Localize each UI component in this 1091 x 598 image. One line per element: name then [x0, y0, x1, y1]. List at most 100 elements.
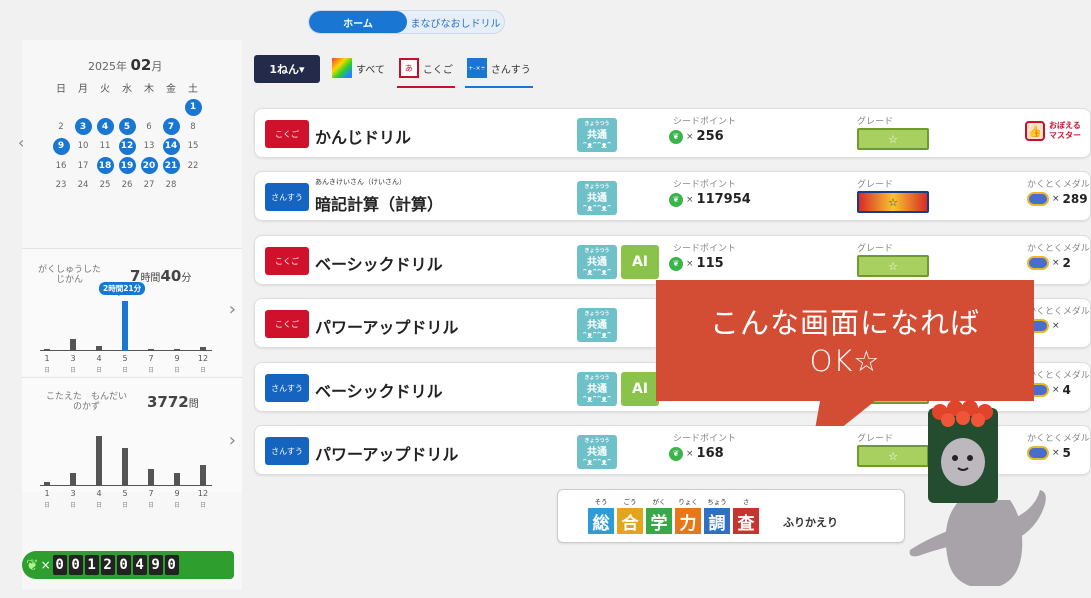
calendar-day[interactable]: 19 — [116, 157, 138, 175]
seed-digit: 0 — [68, 555, 83, 575]
calendar-day[interactable]: 5 — [116, 118, 138, 136]
master-text: おぼえる マスター — [1049, 121, 1081, 141]
chart-bar[interactable] — [122, 301, 128, 351]
next-arrow-icon[interactable]: › — [229, 299, 236, 320]
drill-row[interactable]: こくご かんじドリル きょうつう 共通 ᵔᴥᵔᵔᴥᵔ シードポイント ❦ × 256 グレード ☆ 👍… — [254, 108, 1091, 158]
calendar-year: 2025 — [88, 60, 116, 73]
calendar-day[interactable]: 24 — [72, 177, 94, 194]
calendar-day[interactable]: 11 — [94, 138, 116, 155]
next-arrow-icon[interactable]: › — [229, 430, 236, 451]
tab-all[interactable]: すべて — [330, 50, 387, 88]
times-sign: × — [686, 194, 694, 205]
drill-row[interactable]: こくご ベーシックドリル きょうつう 共通 ᵔᴥᵔᵔᴥᵔ AI シードポイント ❦ × 115 グレ… — [254, 235, 1091, 285]
calendar-day[interactable]: 22 — [182, 157, 204, 174]
calendar-day[interactable]: 12 — [116, 137, 138, 155]
seed-point-label: シードポイント — [673, 180, 737, 190]
review-title-char: 総 — [588, 508, 614, 534]
common-badge-text: 共通 — [587, 383, 607, 395]
calendar-day[interactable]: 26 — [116, 177, 138, 194]
calendar-day-number: 4 — [96, 118, 114, 136]
chart-tick-label: 12 — [197, 489, 209, 498]
chart-tick-label: 3 — [70, 354, 76, 363]
chart-bar — [200, 347, 206, 351]
calendar-day[interactable]: 8 — [182, 118, 204, 135]
common-badge-text: 共通 — [587, 256, 607, 268]
calendar-day[interactable]: 15 — [182, 138, 204, 155]
color-squares-icon — [332, 58, 352, 78]
calendar-day[interactable]: 10 — [72, 138, 94, 155]
calendar-day[interactable]: 20 — [138, 157, 160, 175]
calendar-day[interactable]: 16 — [50, 157, 72, 174]
master-badge: 👍 おぼえる マスター — [1025, 121, 1081, 141]
drill-row[interactable]: さんすう あんきけいさん（けいさん） 暗記計算（計算） きょうつう 共通 ᵔᴥᵔᵔᴥᵔ シー… — [254, 171, 1091, 221]
calendar-day[interactable]: 28 — [160, 177, 182, 194]
chart-bar — [122, 448, 128, 486]
calendar-week: 16 17 18 19 20 21 22 — [50, 156, 204, 176]
tab-sansu[interactable]: +-×÷ さんすう — [464, 50, 533, 88]
calendar-day[interactable]: 4 — [94, 118, 116, 136]
study-minutes: 40 — [160, 267, 182, 285]
tab-kokugo[interactable]: あ こくご — [396, 50, 455, 88]
calendar-day — [72, 99, 94, 116]
common-badge-text: 共通 — [587, 129, 607, 141]
calendar-day[interactable]: 18 — [94, 157, 116, 175]
grade-label: グレード — [857, 244, 894, 254]
chart-bar — [96, 436, 102, 486]
chart-bar — [174, 349, 180, 351]
subject-badge: こくご — [265, 310, 309, 338]
medal-count: 289 — [1062, 192, 1088, 206]
answered-value: 3772問 — [147, 393, 199, 411]
calendar-day[interactable]: 23 — [50, 177, 72, 194]
seed-digit: 0 — [52, 555, 67, 575]
calendar-day[interactable]: 27 — [138, 177, 160, 194]
chart-tick-unit: 日 — [121, 502, 128, 509]
chart-tick-unit: 日 — [121, 367, 128, 374]
calendar-day — [94, 99, 116, 116]
calendar-day[interactable]: 17 — [72, 157, 94, 174]
calendar-day[interactable]: 7 — [160, 118, 182, 136]
calendar-day[interactable]: 13 — [138, 138, 160, 155]
calendar-day[interactable]: 2 — [50, 118, 72, 135]
calendar-day[interactable]: 9 — [50, 137, 72, 155]
calendar-day[interactable]: 21 — [160, 157, 182, 175]
seed-count: 168 — [696, 446, 724, 461]
review-drill-tab[interactable]: まなびなおしドリル — [407, 11, 504, 33]
chart-tick-label: 1 — [44, 489, 50, 498]
student-faces-icon: ᵔᴥᵔᵔᴥᵔ — [582, 267, 612, 278]
calendar-day[interactable]: 3 — [72, 118, 94, 136]
calendar-day[interactable]: 14 — [160, 137, 182, 155]
seed-point-value: ❦ × 117954 — [669, 192, 751, 207]
calendar-day[interactable]: 1 — [182, 98, 204, 116]
prev-month-arrow-icon[interactable]: ‹ — [18, 133, 24, 152]
common-badge: きょうつう 共通 ᵔᴥᵔᵔᴥᵔ — [577, 245, 617, 279]
callout-line1: こんな画面になれば — [709, 306, 980, 340]
drill-name: かんじドリル — [315, 128, 412, 147]
calendar-day-number: 1 — [184, 98, 202, 116]
medal-label: かくとくメダル — [1027, 180, 1090, 190]
calendar-day[interactable]: 6 — [138, 118, 160, 135]
calendar-week: 2345678 — [50, 117, 204, 137]
times-sign: × — [1052, 321, 1060, 331]
chart-tick-label: 7 — [148, 354, 154, 363]
seed-count: 117954 — [696, 192, 751, 207]
chart-tick-unit: 日 — [95, 367, 102, 374]
common-badge: きょうつう 共通 ᵔᴥᵔᵔᴥᵔ — [577, 372, 617, 406]
tab-all-label: すべて — [356, 64, 385, 76]
calendar-day-number: 5 — [118, 118, 136, 136]
ai-badge: AI — [621, 245, 659, 279]
review-button[interactable]: そう ごう がく りょく ちょう さ 総合学力調査 ふりかえり — [557, 489, 905, 543]
mascot-cat-icon — [909, 400, 1046, 586]
grade-select[interactable]: 1ねん▾ — [254, 55, 320, 83]
subject-badge: こくご — [265, 120, 309, 148]
times-sign: × — [686, 258, 694, 269]
study-time-label-line1: がくしゅうした — [38, 265, 102, 275]
chart-tick-label: 5 — [122, 354, 128, 363]
review-label: ふりかえり — [783, 516, 838, 529]
chart-tick-unit: 日 — [43, 367, 50, 374]
month-suffix: 月 — [151, 60, 163, 73]
home-tab[interactable]: ホーム — [309, 11, 407, 33]
grade-badge-icon: ☆ — [857, 191, 929, 213]
weekday-label: 木 — [144, 84, 154, 96]
calendar-day[interactable]: 25 — [94, 177, 116, 194]
chart-bar — [44, 349, 50, 351]
